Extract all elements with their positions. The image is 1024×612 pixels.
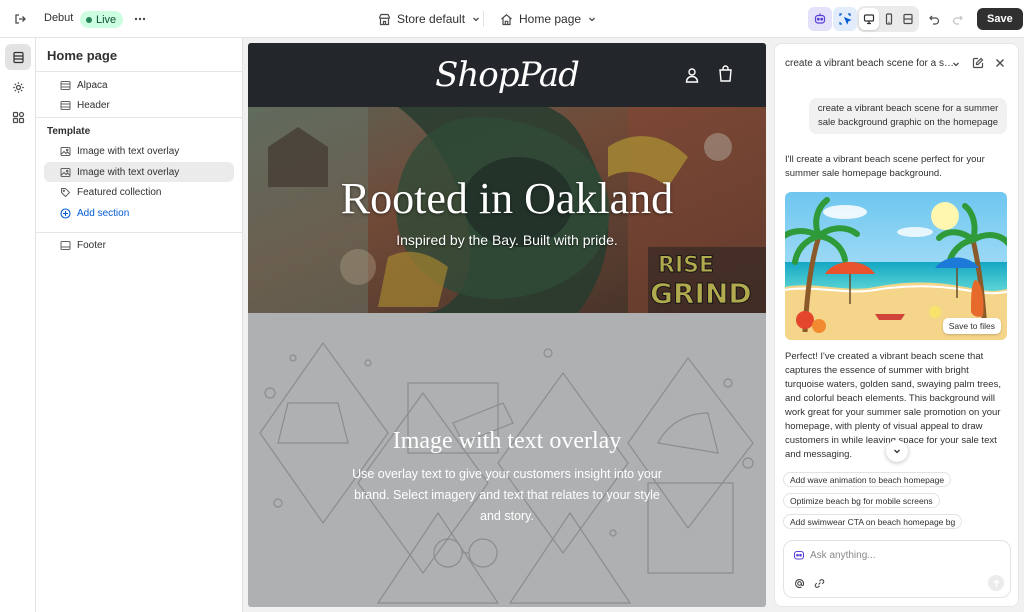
sidebar-item-label: Footer bbox=[77, 239, 106, 251]
ai-assistant-icon[interactable] bbox=[808, 7, 832, 31]
exit-icon[interactable] bbox=[8, 7, 32, 31]
more-options-icon[interactable] bbox=[128, 7, 152, 31]
store-preview[interactable]: ShopPad RISE GRIND Rooted in Oakland Ins… bbox=[248, 43, 766, 607]
tag-icon bbox=[60, 187, 71, 198]
assistant-panel: create a vibrant beach scene for a summe… bbox=[774, 43, 1019, 607]
save-to-files-button[interactable]: Save to files bbox=[942, 318, 1001, 334]
live-badge-label: Live bbox=[96, 13, 117, 26]
suggestion-chip[interactable]: Add swimwear CTA on beach homepage bg bbox=[783, 514, 963, 529]
mention-icon[interactable] bbox=[794, 578, 805, 589]
sidebar-item-label: Image with text overlay bbox=[77, 166, 180, 178]
divider bbox=[36, 71, 243, 72]
sidebar-item-header[interactable]: Header bbox=[44, 95, 234, 115]
sidebar-item-footer[interactable]: Footer bbox=[44, 235, 234, 255]
hero-subtitle[interactable]: Inspired by the Bay. Built with pride. bbox=[248, 232, 766, 248]
sections-icon[interactable] bbox=[5, 44, 31, 70]
sidebar-item-image-overlay-1[interactable]: Image with text overlay bbox=[44, 141, 234, 161]
layout-icon bbox=[60, 100, 71, 111]
sidebar-item-label: Featured collection bbox=[77, 186, 162, 198]
desktop-icon[interactable] bbox=[859, 8, 879, 30]
redo-icon[interactable] bbox=[945, 7, 969, 31]
theme-name: Debut bbox=[44, 12, 74, 24]
divider bbox=[483, 11, 484, 27]
template-heading: Template bbox=[47, 126, 91, 137]
save-button[interactable]: Save bbox=[977, 8, 1023, 30]
divider bbox=[36, 232, 243, 233]
send-button[interactable] bbox=[988, 575, 1004, 591]
theme-settings-icon[interactable] bbox=[5, 74, 31, 100]
inspector-icon[interactable] bbox=[833, 7, 857, 31]
assistant-message-intro: I'll create a vibrant beach scene perfec… bbox=[785, 154, 985, 179]
home-icon bbox=[501, 13, 512, 25]
suggestion-chip[interactable]: Add wave animation to beach homepage bbox=[783, 472, 952, 487]
fullscreen-icon[interactable] bbox=[898, 8, 918, 30]
sidebar-title: Home page bbox=[47, 48, 118, 63]
live-badge: Live bbox=[80, 11, 124, 28]
sections-sidebar: Home page Alpaca Header Template Image w… bbox=[36, 38, 243, 612]
page-selector[interactable]: Home page bbox=[500, 12, 597, 26]
apps-icon[interactable] bbox=[5, 104, 31, 130]
add-section-label: Add section bbox=[77, 207, 130, 219]
sidebar-item-label: Header bbox=[77, 99, 110, 111]
left-icon-rail bbox=[0, 38, 36, 612]
divider bbox=[36, 117, 243, 118]
chat-input-box bbox=[783, 540, 1011, 598]
suggestion-chip[interactable]: Optimize beach bg for mobile screens bbox=[783, 493, 940, 508]
image-icon bbox=[60, 167, 71, 178]
sidebar-item-label: Image with text overlay bbox=[77, 145, 180, 157]
user-message: create a vibrant beach scene for a summe… bbox=[809, 98, 1007, 134]
sidebar-item-alpaca[interactable]: Alpaca bbox=[44, 75, 234, 95]
shop-header: ShopPad bbox=[248, 43, 766, 107]
generated-beach-image[interactable]: Save to files bbox=[785, 192, 1007, 340]
chevron-down-icon bbox=[894, 449, 900, 454]
add-section-button[interactable]: Add section bbox=[44, 203, 234, 223]
undo-icon[interactable] bbox=[922, 7, 946, 31]
chevron-down-icon bbox=[589, 17, 596, 22]
sidebar-item-featured-collection[interactable]: Featured collection bbox=[44, 182, 234, 202]
hero-banner: RISE GRIND Rooted in Oakland Inspired by… bbox=[248, 107, 766, 313]
top-bar: Debut Live Store default Home page Save bbox=[0, 0, 1024, 38]
overlay-section-title[interactable]: Image with text overlay bbox=[248, 428, 766, 455]
page-selector-label: Home page bbox=[519, 12, 582, 26]
sidebar-item-label: Alpaca bbox=[77, 79, 108, 91]
store-selector-label: Store default bbox=[397, 12, 466, 26]
sidebar-item-image-overlay-2[interactable]: Image with text overlay bbox=[44, 162, 234, 182]
live-dot-icon bbox=[86, 16, 92, 23]
account-icon[interactable] bbox=[685, 67, 699, 83]
layout-icon bbox=[60, 80, 71, 91]
attach-link-icon[interactable] bbox=[814, 578, 825, 589]
plus-circle-icon bbox=[60, 207, 71, 219]
hero-title[interactable]: Rooted in Oakland bbox=[248, 173, 766, 224]
chevron-down-icon[interactable] bbox=[951, 59, 961, 69]
close-icon[interactable] bbox=[994, 57, 1006, 69]
conversation-title[interactable]: create a vibrant beach scene for a summe… bbox=[785, 58, 955, 69]
arrow-up-icon bbox=[993, 579, 999, 587]
overlay-section-text[interactable]: Use overlay text to give your customers … bbox=[343, 464, 671, 527]
chevron-down-icon bbox=[473, 17, 480, 22]
assistant-avatar-icon bbox=[793, 549, 805, 561]
layout-icon bbox=[60, 240, 71, 251]
scroll-down-button[interactable] bbox=[886, 440, 908, 462]
new-chat-icon[interactable] bbox=[972, 57, 984, 69]
placeholder-illustration bbox=[259, 341, 754, 604]
image-icon bbox=[60, 146, 71, 157]
cart-icon[interactable] bbox=[718, 65, 733, 82]
store-selector[interactable]: Store default bbox=[378, 12, 481, 26]
store-icon bbox=[378, 13, 391, 25]
mobile-icon[interactable] bbox=[879, 8, 899, 30]
chat-input[interactable] bbox=[810, 547, 1000, 563]
